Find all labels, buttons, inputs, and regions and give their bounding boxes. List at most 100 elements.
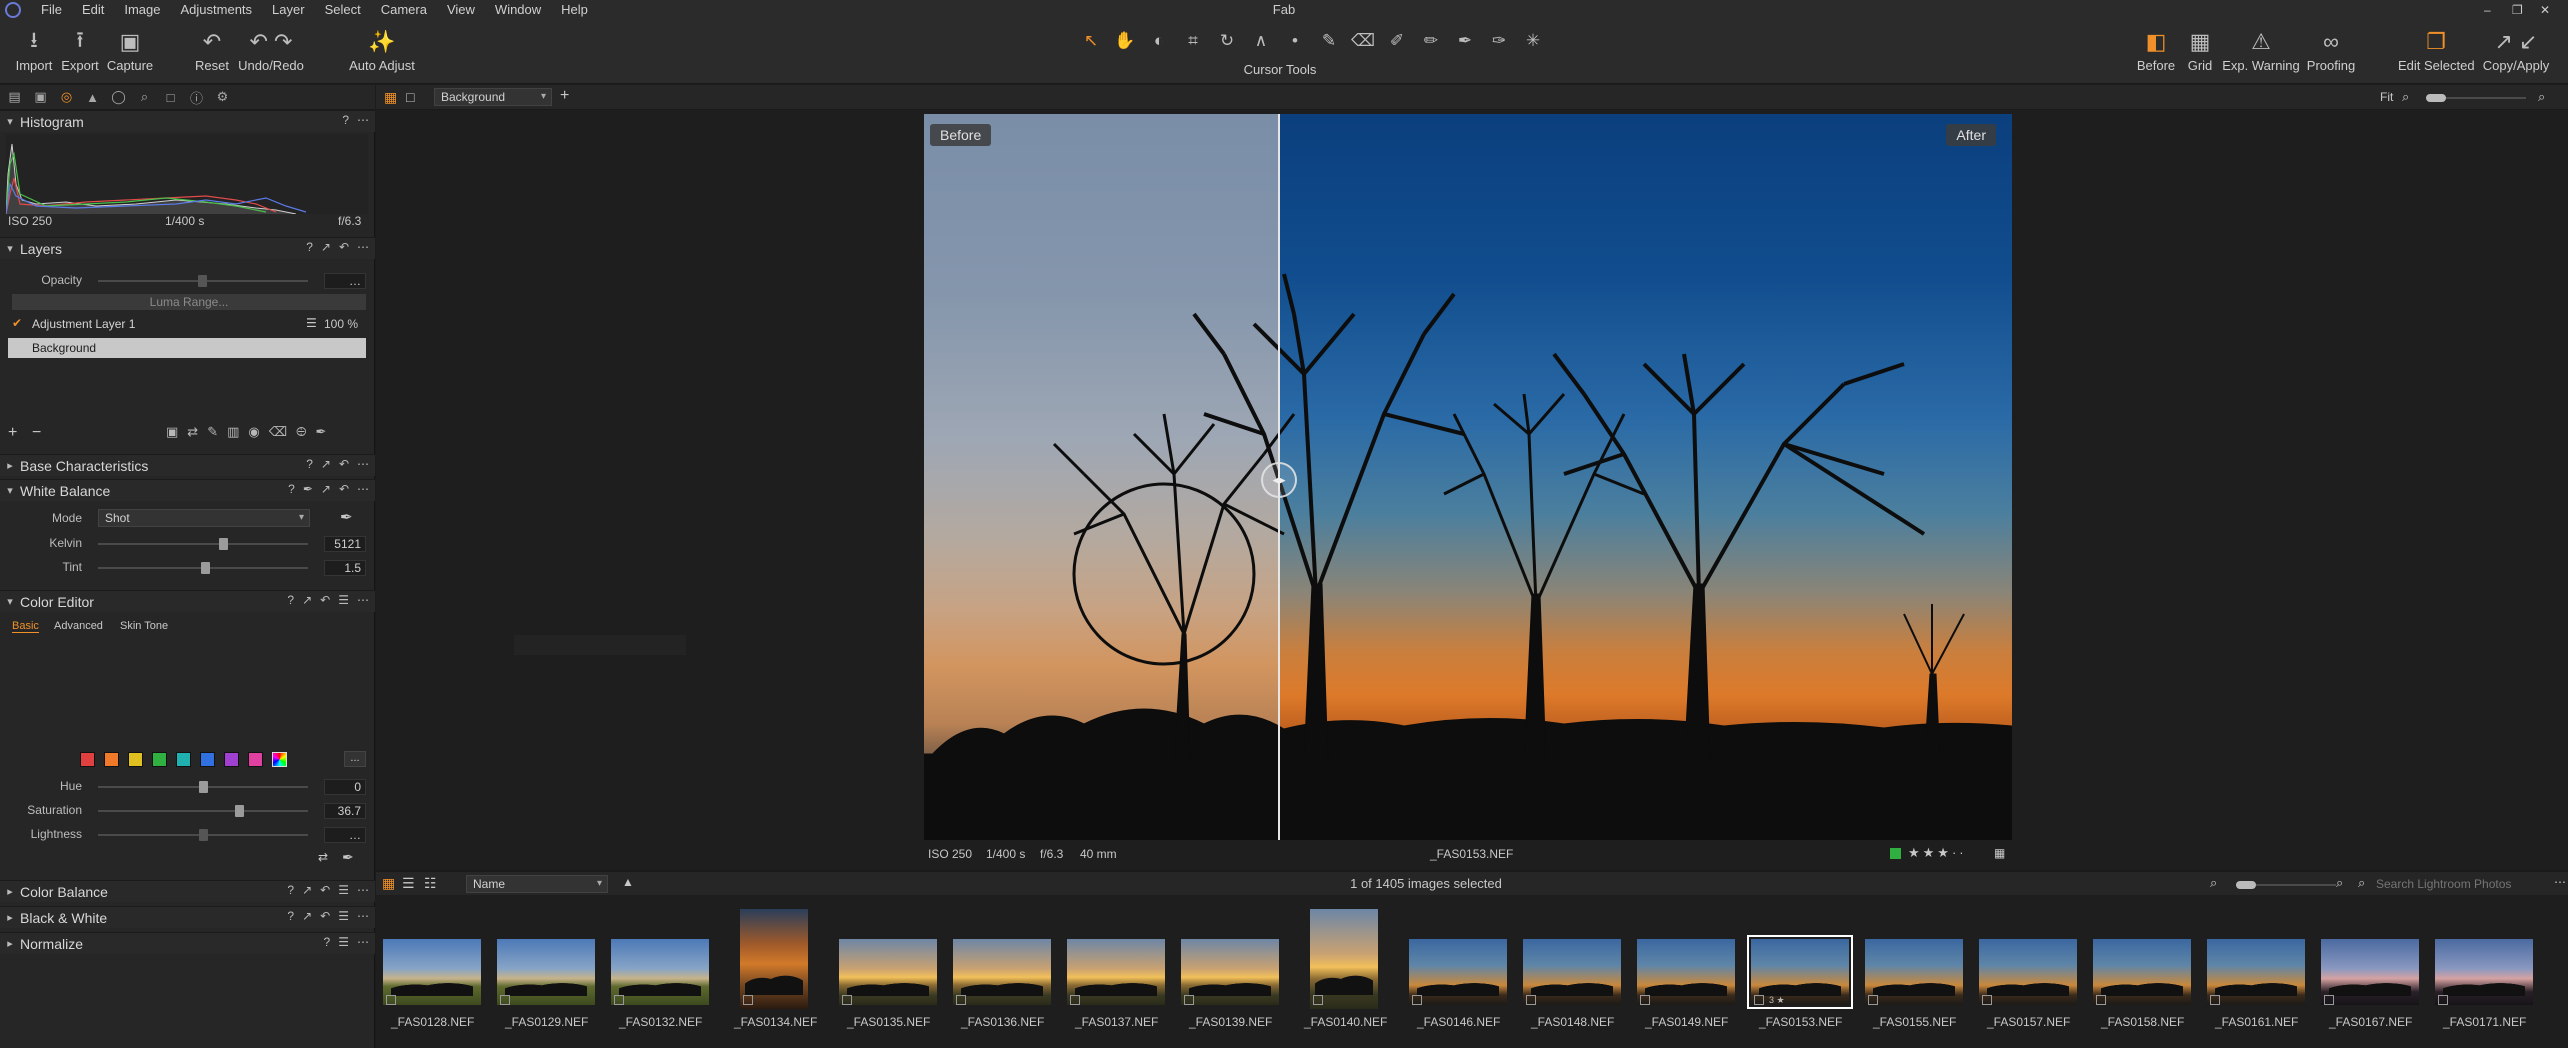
exposure-warning-button[interactable]: ⚠ Exp. Warning bbox=[2222, 26, 2300, 73]
color-swatch[interactable] bbox=[80, 752, 95, 767]
lightness-value[interactable]: … bbox=[324, 827, 366, 843]
histogram-header[interactable]: ▾ Histogram ? ⋯ bbox=[0, 110, 375, 132]
color-editor-tab-basic[interactable]: Basic bbox=[12, 620, 39, 633]
more-options-icon[interactable]: ⋯ bbox=[357, 935, 369, 949]
slider-knob[interactable] bbox=[235, 805, 244, 817]
more-options-icon[interactable]: ⋯ bbox=[357, 482, 369, 496]
undo-redo-button[interactable]: ↶ ↷ Undo/Redo bbox=[238, 26, 304, 73]
pin-icon[interactable]: ↗ bbox=[302, 593, 312, 607]
wb-picker-icon[interactable]: ✒ bbox=[340, 508, 353, 526]
wb-mode-dropdown[interactable]: Shot ▾ bbox=[98, 509, 310, 527]
thumbnail-item[interactable]: _FAS0132.NEF bbox=[611, 895, 709, 1035]
swap-icon[interactable]: ⇄ bbox=[187, 424, 198, 440]
import-button[interactable]: ⭳ Import bbox=[12, 26, 56, 73]
reset-icon[interactable]: ↶ bbox=[339, 240, 349, 254]
thumbnail-checkbox[interactable] bbox=[1868, 995, 1878, 1005]
before-after-photo[interactable]: ◂▸ Before After bbox=[924, 114, 2012, 840]
thumbnail-item[interactable]: _FAS0155.NEF bbox=[1865, 895, 1963, 1035]
reset-icon[interactable]: ↶ bbox=[339, 457, 349, 471]
help-icon[interactable]: ? bbox=[287, 593, 294, 607]
gradient-mask-icon[interactable]: ✐ bbox=[1384, 28, 1410, 54]
reset-button[interactable]: ↶ Reset bbox=[192, 26, 232, 73]
eraser-icon[interactable]: ⌫ bbox=[269, 424, 287, 440]
color-swatch[interactable] bbox=[248, 752, 263, 767]
remove-layer-icon[interactable]: − bbox=[32, 424, 41, 442]
layers-header[interactable]: ▾ Layers ? ↗ ↶ ⋯ bbox=[0, 237, 375, 259]
thumbnail-item[interactable]: _FAS0161.NEF bbox=[2207, 895, 2305, 1035]
help-icon[interactable]: ? bbox=[306, 457, 313, 471]
thumbnail-item[interactable]: _FAS0146.NEF bbox=[1409, 895, 1507, 1035]
settings-icon[interactable]: ☰ bbox=[338, 883, 349, 897]
kelvin-value[interactable]: 5121 bbox=[324, 536, 366, 552]
opacity-value[interactable]: … bbox=[324, 273, 366, 289]
slider-knob[interactable] bbox=[2236, 881, 2256, 889]
capture-button[interactable]: ▣ Capture bbox=[104, 26, 156, 73]
brush-icon[interactable]: ✎ bbox=[207, 424, 218, 440]
help-icon[interactable]: ? bbox=[287, 883, 294, 897]
spot-removal-icon[interactable]: • bbox=[1282, 28, 1308, 54]
auto-adjust-button[interactable]: ✨ Auto Adjust bbox=[346, 26, 418, 73]
copy-apply-button[interactable]: ↗ ↙ Copy/Apply bbox=[2480, 26, 2552, 73]
thumbnail-item[interactable]: _FAS0137.NEF bbox=[1067, 895, 1165, 1035]
brush-icon[interactable]: ✎ bbox=[1316, 28, 1342, 54]
thumbnail-item[interactable]: 3 ★ _FAS0153.NEF bbox=[1747, 895, 1853, 1035]
pin-icon[interactable]: ↗ bbox=[321, 482, 331, 496]
eraser-icon[interactable]: ⌫ bbox=[1350, 28, 1376, 54]
thumbnail-item[interactable]: _FAS0158.NEF bbox=[2093, 895, 2191, 1035]
loupe-icon[interactable]: ◐ bbox=[1146, 28, 1172, 54]
zoom-out-icon[interactable]: ⌕ bbox=[2402, 89, 2409, 105]
thumbnail-checkbox[interactable] bbox=[956, 995, 966, 1005]
capture-tab-icon[interactable]: ▣ bbox=[32, 89, 49, 106]
annotation-icon[interactable]: ✑ bbox=[1486, 28, 1512, 54]
thumbnail-item[interactable]: _FAS0148.NEF bbox=[1523, 895, 1621, 1035]
reset-icon[interactable]: ↶ bbox=[320, 593, 330, 607]
sort-dropdown[interactable]: Name ▾ bbox=[466, 875, 608, 893]
slider-knob[interactable] bbox=[199, 781, 208, 793]
thumbnail-checkbox[interactable] bbox=[2324, 995, 2334, 1005]
black-white-header[interactable]: ▸ Black & White ? ↗ ↶ ☰ ⋯ bbox=[0, 906, 375, 928]
slider-knob[interactable] bbox=[199, 829, 208, 841]
layer-checkbox-icon[interactable]: ✔ bbox=[12, 316, 22, 330]
split-handle-icon[interactable]: ◂▸ bbox=[1261, 462, 1297, 498]
hue-value[interactable]: 0 bbox=[324, 779, 366, 795]
pan-hand-icon[interactable]: ✋ bbox=[1112, 28, 1138, 54]
thumbnail-checkbox[interactable] bbox=[1982, 995, 1992, 1005]
reset-icon[interactable]: ↶ bbox=[320, 909, 330, 923]
reset-icon[interactable]: ↶ bbox=[320, 883, 330, 897]
thumbnail-checkbox[interactable] bbox=[842, 995, 852, 1005]
lightness-slider[interactable] bbox=[98, 829, 308, 841]
thumbnail-checkbox[interactable] bbox=[614, 995, 624, 1005]
info-grid-icon[interactable]: ▦ bbox=[1994, 846, 2005, 860]
export-tab-icon[interactable]: □ bbox=[162, 89, 179, 106]
menu-edit[interactable]: Edit bbox=[72, 0, 114, 20]
select-cursor-icon[interactable]: ↖ bbox=[1078, 28, 1104, 54]
pin-icon[interactable]: ↗ bbox=[321, 457, 331, 471]
opacity-slider[interactable] bbox=[98, 275, 308, 287]
pin-icon[interactable]: ↗ bbox=[321, 240, 331, 254]
color-swatch[interactable] bbox=[200, 752, 215, 767]
thumbnail-checkbox[interactable] bbox=[1526, 995, 1536, 1005]
more-options-icon[interactable]: ⋯ bbox=[357, 240, 369, 254]
more-options-icon[interactable]: ⋯ bbox=[357, 457, 369, 471]
thumbnail-view-icon[interactable]: ▦ bbox=[382, 875, 395, 892]
close-icon[interactable]: ✕ bbox=[2540, 0, 2550, 20]
slider-knob[interactable] bbox=[201, 562, 210, 574]
layer-row-adjustment[interactable]: ✔ Adjustment Layer 1 ☰ 100 % bbox=[10, 315, 370, 333]
proofing-button[interactable]: ∞ Proofing bbox=[2304, 26, 2358, 73]
thumbnail-item[interactable]: _FAS0139.NEF bbox=[1181, 895, 1279, 1035]
variant-dropdown[interactable]: Background ▾ bbox=[434, 88, 552, 106]
menu-camera[interactable]: Camera bbox=[371, 0, 437, 20]
color-editor-more-button[interactable]: ... bbox=[344, 751, 366, 767]
search-input[interactable] bbox=[2376, 875, 2552, 893]
help-icon[interactable]: ? bbox=[288, 482, 295, 496]
add-layer-icon[interactable]: + bbox=[8, 424, 17, 442]
thumb-zoom-in-icon[interactable]: ⌕ bbox=[2336, 875, 2343, 891]
rotate-icon[interactable]: ↻ bbox=[1214, 28, 1240, 54]
thumbnail-item[interactable]: _FAS0140.NEF bbox=[1304, 895, 1387, 1035]
thumbnail-size-slider[interactable] bbox=[2236, 881, 2336, 889]
color-editor-tab-skin-tone[interactable]: Skin Tone bbox=[120, 620, 168, 632]
thumbnail-checkbox[interactable] bbox=[1640, 995, 1650, 1005]
help-icon[interactable]: ? bbox=[306, 240, 313, 254]
zoom-slider[interactable] bbox=[2426, 94, 2526, 102]
help-icon[interactable]: ? bbox=[324, 935, 331, 949]
